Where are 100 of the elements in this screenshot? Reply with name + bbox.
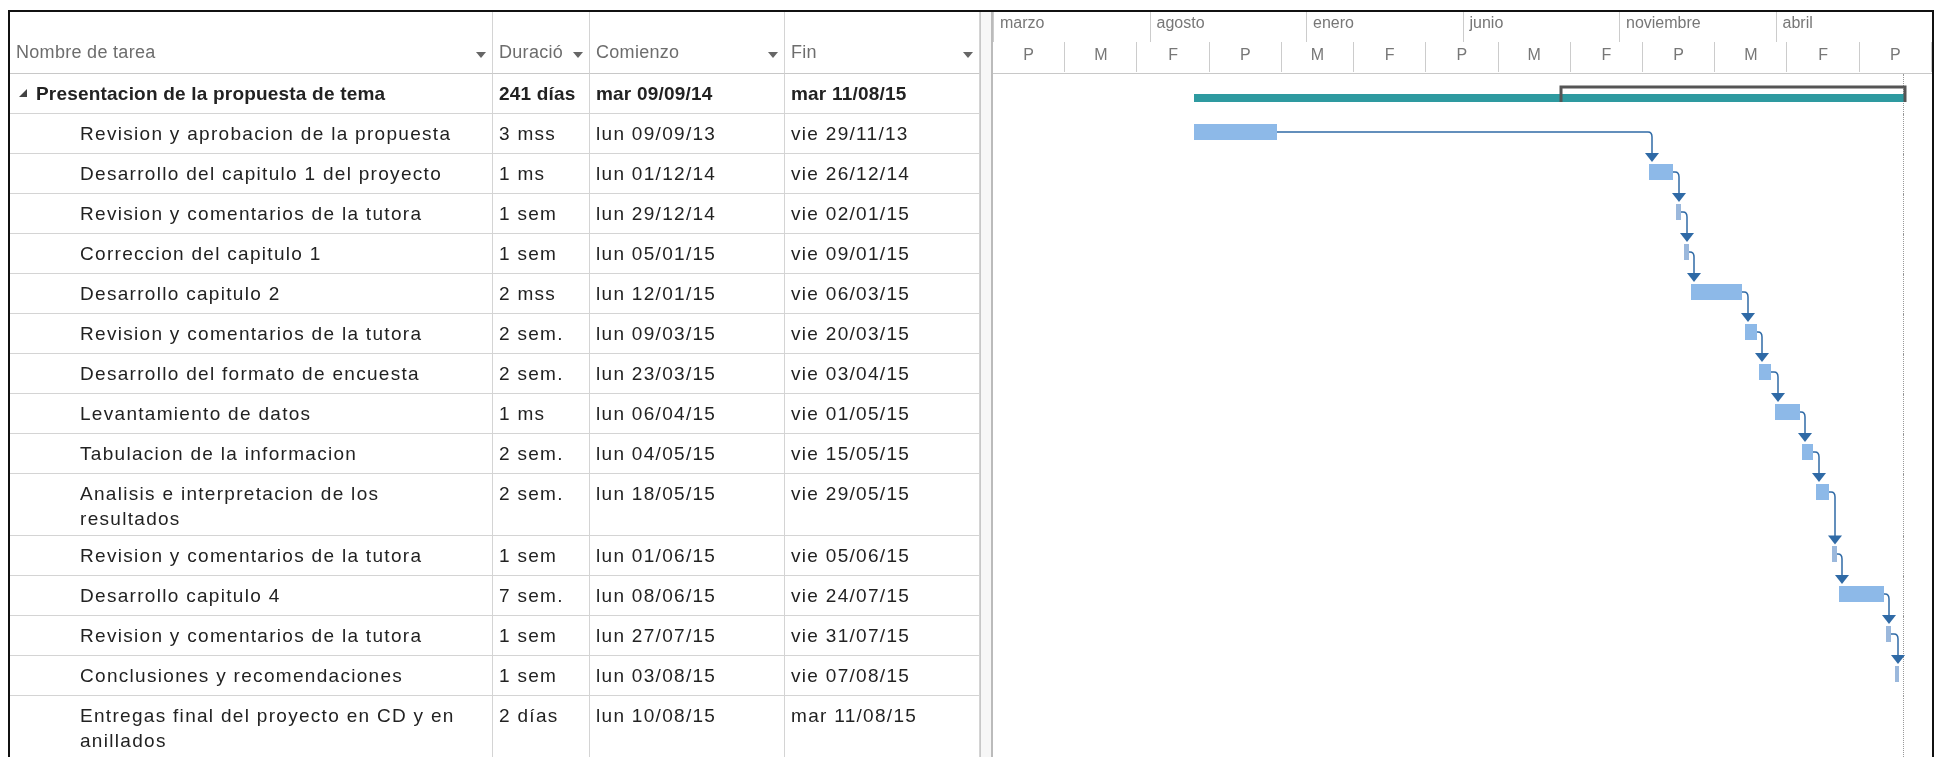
task-bar xyxy=(1649,164,1673,180)
timescale-label: M xyxy=(1715,42,1788,72)
timescale-label: F xyxy=(1354,42,1427,72)
task-name: Analisis e interpretacion de los resultados xyxy=(80,482,381,531)
task-duration: 2 sem. xyxy=(499,443,564,464)
task-duration: 1 sem xyxy=(499,243,558,264)
timescale-label: agosto xyxy=(1149,12,1306,42)
task-start: lun 27/07/15 xyxy=(596,625,717,647)
task-start: lun 05/01/15 xyxy=(596,243,717,264)
task-bar xyxy=(1839,586,1884,603)
dependency-arrow xyxy=(1812,451,1826,482)
task-duration: 1 sem xyxy=(499,665,558,687)
task-name: Revision y aprobacion de la propuesta xyxy=(80,122,452,146)
dependency-arrow xyxy=(1770,371,1785,402)
task-bar xyxy=(1676,204,1681,220)
task-name: Desarrollo capitulo 2 xyxy=(80,282,281,306)
task-finish: vie 09/01/15 xyxy=(791,243,911,264)
timescale-label: F xyxy=(1137,42,1210,72)
column-header[interactable]: Fin xyxy=(791,42,817,63)
task-name: Entregas final del proyecto en CD y en anillados xyxy=(80,704,456,754)
task-bar xyxy=(1684,244,1689,260)
task-name: Revision y comentarios de la tutora xyxy=(80,322,423,346)
task-duration: 241 días xyxy=(499,83,576,104)
task-bar xyxy=(1775,404,1800,420)
timescale-label: P xyxy=(1426,42,1499,72)
task-start: lun 04/05/15 xyxy=(596,443,717,464)
task-finish: vie 07/08/15 xyxy=(791,665,911,687)
task-name: Tabulacion de la informacion xyxy=(80,442,358,466)
dependency-arrow xyxy=(1835,553,1849,585)
dependency-arrow xyxy=(1882,593,1896,625)
task-finish: mar 11/08/15 xyxy=(791,705,918,727)
task-name: Desarrollo del formato de encuesta xyxy=(80,362,420,386)
timescale-label: enero xyxy=(1306,12,1463,42)
task-name: Correccion del capitulo 1 xyxy=(80,242,322,266)
task-finish: vie 02/01/15 xyxy=(791,203,911,224)
task-start: lun 10/08/15 xyxy=(596,705,717,727)
task-duration: 2 días xyxy=(499,705,559,727)
task-name: Desarrollo capitulo 4 xyxy=(80,584,281,609)
task-finish: vie 03/04/15 xyxy=(791,363,911,384)
task-start: mar 09/09/14 xyxy=(596,83,713,104)
task-name: Desarrollo del capitulo 1 del proyecto xyxy=(80,162,443,186)
task-start: lun 01/06/15 xyxy=(596,545,717,567)
task-bar xyxy=(1832,546,1837,563)
task-finish: vie 26/12/14 xyxy=(791,163,911,184)
task-start: lun 29/12/14 xyxy=(596,203,717,224)
dependency-arrow xyxy=(1741,291,1755,322)
task-name: Revision y comentarios de la tutora xyxy=(80,624,423,649)
task-finish: vie 24/07/15 xyxy=(791,585,911,607)
column-header[interactable]: Comienzo xyxy=(596,42,680,63)
dependency-arrow xyxy=(1680,211,1694,242)
task-start: lun 09/03/15 xyxy=(596,323,717,344)
dropdown-arrow-icon[interactable] xyxy=(476,52,486,58)
timescale-label: P xyxy=(1209,42,1282,72)
dropdown-arrow-icon[interactable] xyxy=(573,52,583,58)
task-duration: 1 sem xyxy=(499,203,558,224)
task-start: lun 09/09/13 xyxy=(596,123,717,144)
timescale-label: P xyxy=(1859,42,1932,72)
timescale-label: M xyxy=(1065,42,1138,72)
task-duration: 7 sem. xyxy=(499,585,564,607)
task-duration: 2 mss xyxy=(499,283,557,304)
task-finish: vie 15/05/15 xyxy=(791,443,911,464)
task-start: lun 12/01/15 xyxy=(596,283,717,304)
task-bar xyxy=(1745,324,1757,340)
task-duration: 1 ms xyxy=(499,163,546,184)
task-finish: vie 05/06/15 xyxy=(791,545,911,567)
dependency-arrow xyxy=(1890,633,1905,665)
column-header[interactable]: Nombre de tarea xyxy=(16,42,156,63)
column-header[interactable]: Duració xyxy=(499,42,564,63)
timescale-label: abril xyxy=(1775,12,1932,42)
task-bar xyxy=(1802,444,1813,460)
task-finish: mar 11/08/15 xyxy=(791,83,907,104)
timescale-label: M xyxy=(1281,42,1355,72)
task-bar xyxy=(1895,666,1899,683)
timescale-label: P xyxy=(993,42,1066,72)
task-finish: vie 29/11/13 xyxy=(791,123,909,144)
dependency-arrow xyxy=(1828,491,1842,545)
timescale-label: noviembre xyxy=(1619,12,1776,42)
task-start: lun 01/12/14 xyxy=(596,163,717,184)
task-finish: vie 01/05/15 xyxy=(791,403,911,424)
task-finish: vie 29/05/15 xyxy=(791,483,911,504)
timescale-label: P xyxy=(1642,42,1716,72)
task-duration: 1 sem xyxy=(499,625,558,647)
timescale-label: F xyxy=(1787,42,1860,72)
task-bar xyxy=(1691,284,1742,300)
task-start: lun 03/08/15 xyxy=(596,665,717,687)
task-duration: 3 mss xyxy=(499,123,557,144)
task-finish: vie 31/07/15 xyxy=(791,625,911,647)
dropdown-arrow-icon[interactable] xyxy=(963,52,973,58)
task-finish: vie 20/03/15 xyxy=(791,323,911,344)
timescale-label: F xyxy=(1570,42,1643,72)
timescale-label: junio xyxy=(1462,12,1619,42)
dependency-arrow xyxy=(1798,411,1812,442)
task-finish: vie 06/03/15 xyxy=(791,283,911,304)
task-name: Levantamiento de datos xyxy=(80,402,312,426)
dropdown-arrow-icon[interactable] xyxy=(768,52,778,58)
task-duration: 1 ms xyxy=(499,403,546,424)
task-duration: 2 sem. xyxy=(499,483,564,504)
dependency-arrow xyxy=(1672,171,1686,202)
dependency-arrow xyxy=(1687,251,1701,282)
collapse-triangle-icon[interactable] xyxy=(18,88,28,98)
